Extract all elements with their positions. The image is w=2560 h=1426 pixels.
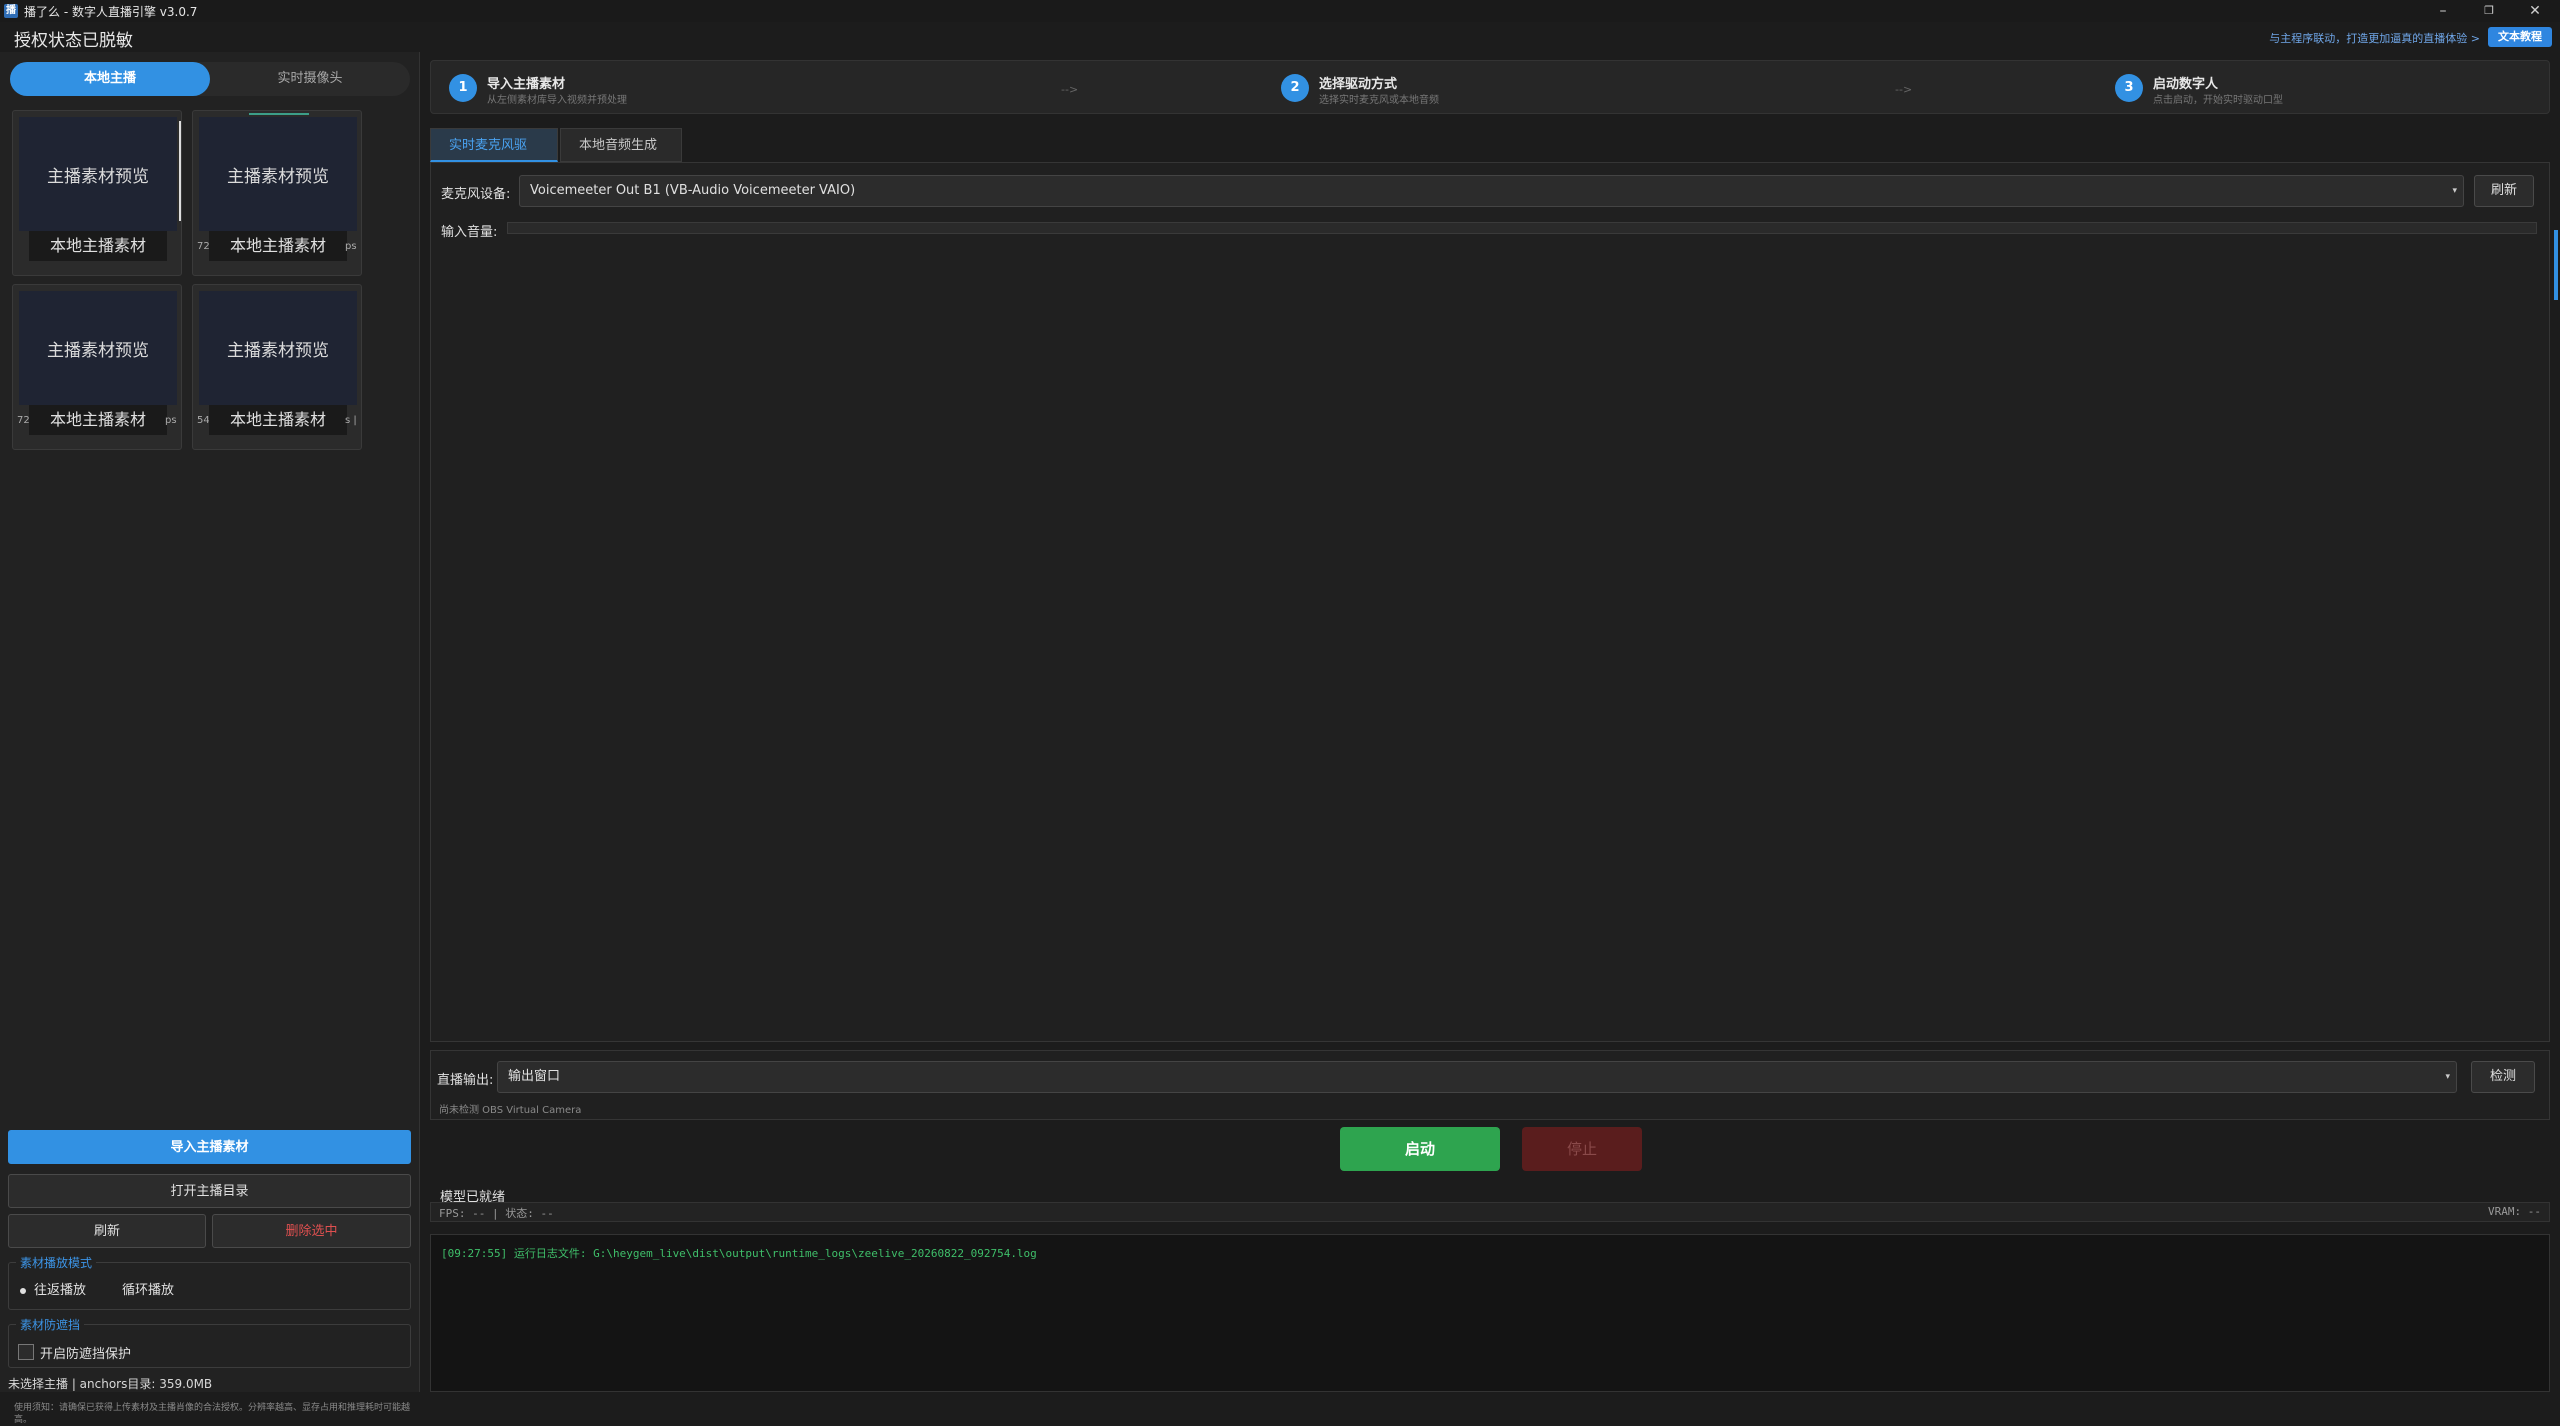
step-desc: 选择实时麦克风或本地音频 — [1319, 95, 1439, 106]
live-output-panel: 直播输出: 输出窗口 ▾ 检测 尚未检测 OBS Virtual Camera — [430, 1050, 2550, 1120]
step-desc: 点击启动，开始实时驱动口型 — [2153, 95, 2283, 106]
scrollbar[interactable] — [2554, 230, 2558, 300]
live-output-label: 直播输出: — [437, 1073, 494, 1088]
anchor-name: 本地主播素材 — [209, 405, 347, 435]
detect-button[interactable]: 检测 — [2471, 1061, 2535, 1093]
vram-status: VRAM: -- — [2488, 1205, 2541, 1218]
anchor-preview: 主播素材预览 — [19, 117, 177, 231]
anchor-name: 本地主播素材 — [29, 231, 167, 261]
antiblock-checkbox[interactable] — [18, 1344, 34, 1360]
radio-pingpong-label: 往返播放 — [34, 1283, 87, 1298]
anchor-card[interactable]: 主播素材预览 720 本地主播素材 ps — [12, 284, 182, 450]
stop-button[interactable]: 停止 — [1522, 1127, 1642, 1171]
step-desc: 从左侧素材库导入视频并预处理 — [487, 95, 627, 106]
close-button[interactable]: ✕ — [2512, 0, 2558, 22]
chevron-down-icon: ▾ — [2445, 1072, 2450, 1082]
anchor-name: 本地主播素材 — [209, 231, 347, 261]
maximize-button[interactable]: ❐ — [2466, 0, 2512, 22]
mic-device-label: 麦克风设备: — [441, 187, 511, 202]
anchor-card[interactable]: 主播素材预览 544 本地主播素材 s | — [192, 284, 362, 450]
radio-selected-icon — [20, 1287, 26, 1294]
anchor-fps: s | — [345, 415, 357, 426]
tab-local-anchor[interactable]: 本地主播 — [10, 62, 210, 96]
tab-realtime-camera[interactable]: 实时摄像头 — [210, 62, 410, 96]
app-logo-icon: 播 — [4, 4, 18, 18]
source-mode-tabs: 本地主播 实时摄像头 — [10, 62, 410, 96]
tab-realtime-mic[interactable]: 实时麦克风驱动 — [430, 128, 558, 187]
anchor-preview: 主播素材预览 — [199, 117, 357, 231]
tutorial-button[interactable]: 文本教程 — [2488, 27, 2552, 47]
chevron-down-icon: ▾ — [2452, 186, 2457, 196]
antiblock-title: 素材防遮挡 — [16, 1316, 85, 1333]
anchor-fps: ps — [165, 415, 177, 426]
steps-bar: 1 导入主播素材 从左侧素材库导入视频并预处理 --> 2 选择驱动方式 选择实… — [430, 60, 2550, 114]
radio-pingpong[interactable]: 往返播放 — [20, 1279, 86, 1298]
anchor-name: 本地主播素材 — [29, 405, 167, 435]
step-number: 3 — [2115, 74, 2143, 102]
import-anchor-button[interactable]: 导入主播素材 — [8, 1130, 411, 1164]
anchor-status: 未选择主播 | anchors目录: 359.0MB — [8, 1377, 213, 1391]
window-title: 播了么 - 数字人直播引擎 v3.0.7 — [24, 4, 198, 19]
usage-notice: 使用须知：请确保已获得上传素材及主播肖像的合法授权。分辨率越高、显存占用和推理耗… — [14, 1403, 411, 1425]
step-number: 1 — [449, 74, 477, 102]
step-title: 选择驱动方式 — [1319, 77, 1398, 92]
anchor-preview: 主播素材预览 — [19, 291, 177, 405]
play-mode-title: 素材播放模式 — [16, 1254, 97, 1271]
minimize-button[interactable]: – — [2420, 0, 2466, 22]
metrics-bar: FPS: -- | 状态: -- VRAM: -- — [430, 1202, 2550, 1222]
auth-status: 授权状态已脱敏 — [14, 31, 133, 51]
preview-indicator — [249, 113, 309, 115]
log-console[interactable]: [09:27:55] 运行日志文件: G:\heygem_live\dist\o… — [430, 1234, 2550, 1392]
mic-refresh-button[interactable]: 刷新 — [2474, 175, 2534, 207]
title-bar: 播 播了么 - 数字人直播引擎 v3.0.7 – ❐ ✕ — [0, 0, 2560, 22]
mic-device-select[interactable]: Voicemeeter Out B1 (VB-Audio Voicemeeter… — [519, 175, 2464, 207]
step-arrow: --> — [1061, 83, 1079, 96]
antiblock-checkbox-label[interactable]: 开启防遮挡保护 — [40, 1343, 131, 1362]
fps-status: FPS: -- | 状态: -- — [439, 1207, 554, 1220]
preview-divider — [179, 121, 181, 221]
step-title: 导入主播素材 — [487, 77, 566, 92]
step-number: 2 — [1281, 74, 1309, 102]
anchor-card[interactable]: 主播素材预览 720 本地主播素材 ps — [192, 110, 362, 276]
step-arrow: --> — [1895, 83, 1913, 96]
start-button[interactable]: 启动 — [1340, 1127, 1500, 1171]
log-line: [09:27:55] 运行日志文件: G:\heygem_live\dist\o… — [441, 1247, 1037, 1260]
live-output-value: 输出窗口 — [508, 1069, 561, 1084]
step-title: 启动数字人 — [2153, 77, 2219, 92]
mic-device-value: Voicemeeter Out B1 (VB-Audio Voicemeeter… — [530, 183, 856, 198]
open-anchor-dir-button[interactable]: 打开主播目录 — [8, 1174, 411, 1208]
input-volume-meter — [507, 222, 2537, 234]
right-panel: 1 导入主播素材 从左侧素材库导入视频并预处理 --> 2 选择驱动方式 选择实… — [422, 52, 2560, 1400]
delete-selected-button[interactable]: 删除选中 — [212, 1214, 411, 1248]
radio-loop-label: 循环播放 — [122, 1283, 175, 1298]
anchor-card[interactable]: 主播素材预览 本地主播素材 — [12, 110, 182, 276]
live-output-select[interactable]: 输出窗口 ▾ — [497, 1061, 2457, 1093]
input-volume-label: 输入音量: — [441, 225, 498, 240]
refresh-anchors-button[interactable]: 刷新 — [8, 1214, 206, 1248]
tab-local-audio[interactable]: 本地音频生成 — [560, 128, 682, 162]
radio-loop[interactable]: 循环播放 — [122, 1279, 174, 1298]
anchor-fps: ps — [345, 241, 357, 252]
promo-link[interactable]: 与主程序联动，打造更加逼真的直播体验 > — [2269, 30, 2480, 46]
anchor-preview: 主播素材预览 — [199, 291, 357, 405]
left-panel: 本地主播 实时摄像头 主播素材预览 本地主播素材 主播素材预览 720 本地主播… — [0, 52, 420, 1425]
obs-status: 尚未检测 OBS Virtual Camera — [439, 1105, 582, 1116]
mic-drive-panel: 麦克风设备: Voicemeeter Out B1 (VB-Audio Voic… — [430, 162, 2550, 1042]
